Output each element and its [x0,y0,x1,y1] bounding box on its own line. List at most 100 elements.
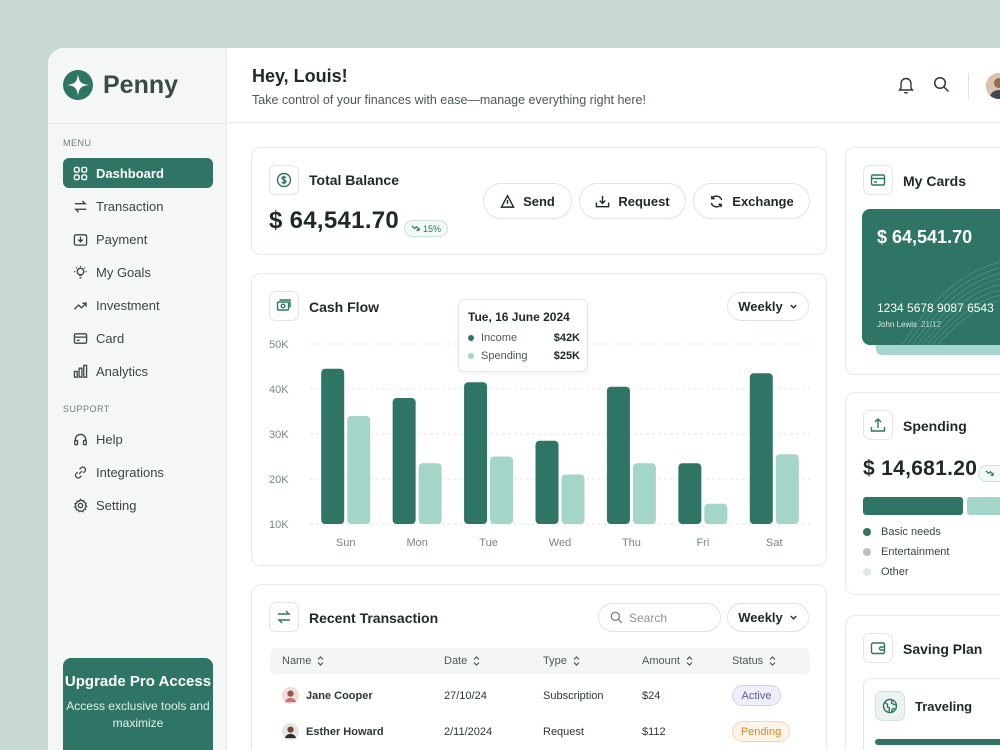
spending-bar-entertainment [967,497,1000,515]
sidebar-item-investment[interactable]: Investment [63,290,213,320]
sort-icon [686,656,693,666]
upgrade-description: Access exclusive tools and maximize [66,699,210,730]
card-icon-box [863,165,893,195]
total-balance-card: Total Balance $ 64,541.70 15% Send Reque… [251,147,827,255]
tooltip-spending-row: Spending $25K [468,350,580,362]
upgrade-pro-card[interactable]: Upgrade Pro Access Access exclusive tool… [63,658,213,750]
sidebar-item-transaction[interactable]: Transaction [63,191,213,221]
search-icon[interactable] [933,76,950,93]
sidebar-item-payment[interactable]: Payment [63,224,213,254]
sidebar-item-card[interactable]: Card [63,323,213,353]
period-label: Weekly [738,610,783,625]
saving-goal-item[interactable]: Traveling [863,678,1000,750]
search-icon [610,611,623,624]
sidebar-item-help[interactable]: Help [63,424,213,454]
column-header-type[interactable]: Type [543,655,580,667]
refresh-icon [710,194,723,208]
bar-income-sun [321,368,345,524]
cell-type: Subscription [543,690,604,702]
y-tick-label: 10K [269,519,289,531]
column-header-status[interactable]: Status [732,655,776,667]
column-label: Type [543,655,567,667]
legend-label: Basic needs [881,526,941,538]
app-window: Penny MENU Dashboard Transaction Payment… [48,48,1000,750]
card-number: 1234 5678 9087 6543 [877,301,994,315]
card-holder: John Lewis [877,320,918,329]
bar-income-mon [392,398,416,524]
x-tick-label: Thu [622,537,641,549]
cell-name-text: Esther Howard [306,725,384,738]
request-button[interactable]: Request [579,183,686,219]
column-label: Amount [642,655,680,667]
bar-spending-fri [704,503,728,524]
change-value: 15% [423,223,442,234]
cell-name: Jane Cooper [282,687,373,704]
cell-name: Esther Howard [282,723,384,740]
cash-flow-card: Cash Flow Weekly 50K 40K 30K 20K 10K Sun Mon Tu… [251,273,827,566]
column-header-amount[interactable]: Amount [642,655,693,667]
sort-icon [317,656,324,666]
column-header-name[interactable]: Name [282,655,324,667]
sidebar-item-label: Help [96,431,123,447]
legend-dot [863,548,871,556]
column-label: Date [444,655,468,667]
brand-logo[interactable]: Penny [63,70,178,100]
transaction-period-select[interactable]: Weekly [727,603,809,632]
sidebar-item-setting[interactable]: Setting [63,490,213,520]
bar-chart-icon [73,364,88,378]
x-tick-label: Sat [766,537,783,549]
avatar [282,687,299,704]
column-header-date[interactable]: Date [444,655,480,667]
x-tick-label: Tue [479,537,498,549]
top-bar: Hey, Louis! Take control of your finance… [228,48,1000,123]
credit-card[interactable]: $ 64,541.70 1234 5678 9087 6543 John Lew… [862,209,1000,345]
bar-spending-mon [418,463,442,524]
cell-date: 27/10/24 [444,690,487,702]
cell-name-text: Jane Cooper [306,689,373,702]
sidebar-item-integrations[interactable]: Integrations [63,457,213,487]
bar-spending-wed [561,474,585,524]
x-tick-label: Wed [549,537,571,549]
exchange-button[interactable]: Exchange [693,183,810,219]
headset-icon [74,433,87,445]
page-title: Hey, Louis! [252,66,348,86]
search-input[interactable]: Search [598,603,721,632]
transaction-title: Recent Transaction [309,610,439,626]
sidebar-item-analytics[interactable]: Analytics [63,356,213,386]
upgrade-title: Upgrade Pro Access [64,673,212,690]
bar-spending-tue [490,456,514,524]
tooltip-spending-value: $25K [553,350,580,362]
bar-spending-sun [347,416,371,524]
legend-dot [468,353,474,359]
bar-income-tue [464,382,488,524]
avatar[interactable] [986,73,1000,99]
sidebar-item-label: Card [96,330,125,346]
send-icon [500,193,515,208]
sidebar-item-my-goals[interactable]: My Goals [63,257,213,287]
divider [968,73,969,99]
saving-progress-bar [875,739,1000,745]
cell-amount: $112 [642,726,666,738]
send-button[interactable]: Send [483,183,572,219]
trend-down-icon [985,470,994,476]
sidebar-item-dashboard[interactable]: Dashboard [63,158,213,188]
legend-dot [863,568,871,576]
search-placeholder: Search [629,610,668,625]
wallet-icon [870,642,886,655]
sidebar: Penny MENU Dashboard Transaction Payment… [48,48,227,750]
legend-item-basic: Basic needs [863,526,941,538]
bell-icon[interactable] [898,76,914,94]
tooltip-income-row: Income $42K [468,332,580,344]
legend-item-other: Other [863,566,909,578]
spending-card: Spending $ 14,681.20 Basic needs Enterta… [845,392,1000,595]
table-header: Name Date Type Amount Status [270,648,810,674]
transfer-icon [277,610,291,624]
change-badge [978,465,1000,482]
download-tray-icon [596,195,610,207]
recent-transaction-card: Recent Transaction Search Weekly Name Da… [251,584,827,750]
card-icon [73,332,88,344]
legend-label: Entertainment [881,546,950,558]
dollar-icon-box [269,165,299,195]
bar-income-thu [606,386,630,524]
wallet-icon-box [863,633,893,663]
